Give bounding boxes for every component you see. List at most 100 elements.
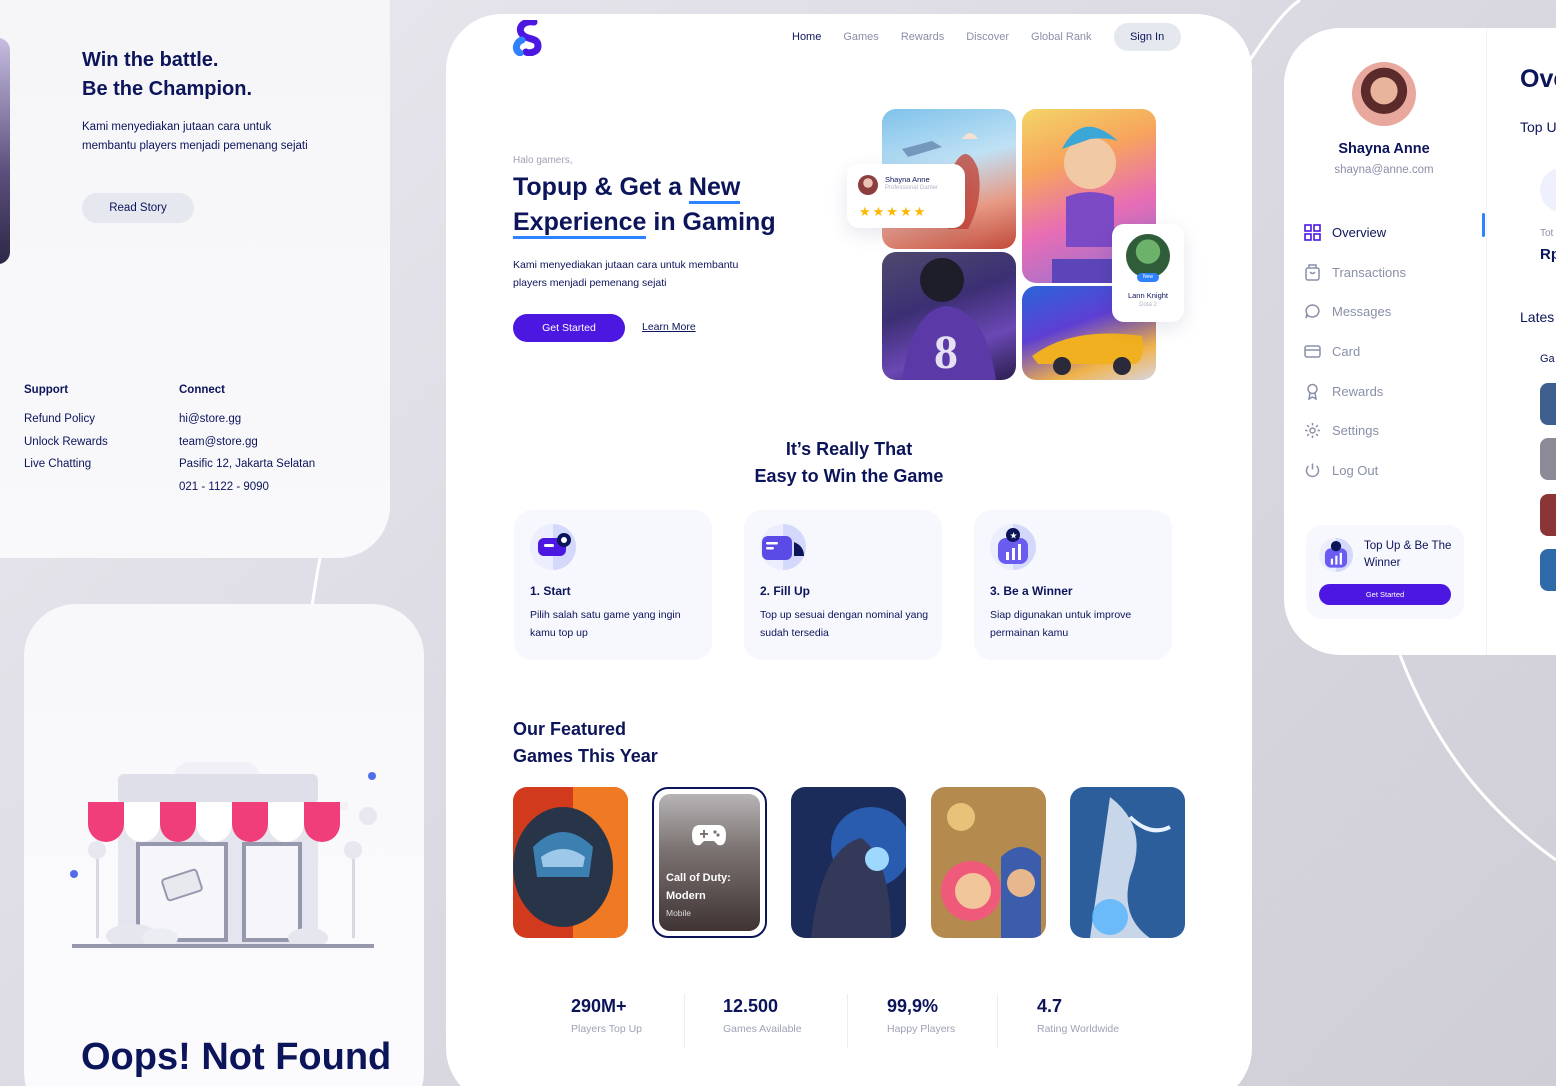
featured-game-3[interactable] [791,787,906,938]
user-email: shayna@anne.com [1334,164,1434,176]
footer-link-unlock-rewards[interactable]: Unlock Rewards [24,431,108,454]
story-description: Kami menyediakan jutaan cara untuk memba… [82,121,308,152]
footer-connect: Connect hi@store.gg team@store.gg Pasifi… [179,384,315,498]
menu-label: Settings [1332,423,1379,439]
hero-title: Topup & Get a New Experience in Gaming [513,170,813,240]
featured-game-5[interactable] [1070,787,1185,938]
trophy-badge-icon [1319,538,1353,572]
hero-title-highlight-new: New [688,173,741,204]
footer-phone: 021 - 1122 - 9090 [179,480,269,493]
sign-in-button[interactable]: Sign In [1113,23,1181,51]
stat-rating-value: 4.7 [1037,996,1063,1016]
power-icon [1305,463,1320,478]
menu-item-card[interactable]: Card [1304,332,1406,372]
featured-title-line2: Games This Year [513,746,658,766]
story-card: Win the battle. Be the Champion. Kami me… [0,0,390,558]
promo-text: Top Up & Be The Winner [1364,540,1452,569]
featured-title: Our Featured Games This Year [513,716,658,770]
stat-happy-value: 99,9% [887,996,939,1016]
promo-card: Top Up & Be The Winner Get Started [1306,525,1464,619]
steps-title: It’s Really That Easy to Win the Game [699,436,999,490]
read-story-button[interactable]: Read Story [82,193,194,223]
steps-title-line1: It’s Really That [785,439,913,459]
dashboard-card: Shayna Anne shayna@anne.com Overview Tra… [1284,28,1556,655]
reviewer-name: Shayna Anne [885,175,930,184]
featured-game-1[interactable] [513,787,628,938]
footer-email-hi[interactable]: hi@store.gg [179,408,315,431]
step-desc-winner: Siap digunakan untuk improve permainan k… [990,609,1132,639]
step-desc-fill-up: Top up sesuai dengan nominal yang sudah … [760,609,929,639]
nav-global-rank[interactable]: Global Rank [1031,31,1092,43]
active-game-platform: Mobile [666,908,692,918]
get-started-button[interactable]: Get Started [513,314,625,342]
reviewer-role: Professional Gamer [885,185,939,191]
not-found-title: Oops! Not Found [81,1036,392,1078]
menu-item-settings[interactable]: Settings [1304,411,1406,451]
story-heading-line1: Win the battle. [82,49,219,71]
stat-happy-label: Happy Players [887,1023,956,1035]
promo-get-started-button[interactable]: Get Started [1319,584,1451,605]
wallet-icon [760,524,806,570]
stat-games-value: 12.500 [723,996,779,1016]
latest-game-thumb [1540,549,1556,591]
panel-divider [1486,28,1487,655]
menu-item-rewards[interactable]: Rewards [1304,371,1406,411]
menu-item-overview[interactable]: Overview [1304,213,1406,253]
latest-game-thumb [1540,494,1556,536]
step-card-start: 1. Start Pilih salah satu game yang ingi… [514,510,712,660]
grid-icon [1304,224,1321,242]
featured-game-4[interactable] [931,787,1046,938]
story-heading: Win the battle. Be the Champion. [82,46,332,104]
gear-icon [1305,423,1320,439]
featured-game-call-of-duty[interactable]: Call of Duty: Modern Mobile [652,787,767,938]
support-title: Support [24,384,69,396]
nav-rewards[interactable]: Rewards [901,31,944,43]
latest-title: Lates [1520,309,1555,325]
total-value: Rp [1540,246,1556,263]
menu-label: Messages [1332,304,1392,320]
footer-link-refund[interactable]: Refund Policy [24,408,108,431]
latest-game-thumb [1540,438,1556,480]
hero-title-part2: in Gaming [646,208,776,236]
svg-text:8: 8 [934,326,958,379]
rating-stars: ★★★★★ [859,204,928,219]
step-title-fill-up: 2. Fill Up [760,584,811,598]
trophy-badge-icon: ★ [990,524,1036,570]
step-title-start: 1. Start [530,584,571,598]
player-card: New Lann Knight Dota 2 [1112,224,1184,322]
menu-label: Rewards [1332,383,1384,399]
player-avatar [1126,234,1170,278]
steps-title-line2: Easy to Win the Game [754,466,944,486]
review-card: Shayna Anne Professional Gamer ★★★★★ [847,164,965,228]
stat-divider [847,994,848,1048]
step-card-winner: ★ 3. Be a Winner Siap digunakan untuk im… [974,510,1172,660]
stat-rating: 4.7 Rating Worldwide [1037,996,1119,1035]
new-badge: New [1137,273,1159,282]
menu-item-messages[interactable]: Messages [1304,292,1406,332]
player-game: Dota 2 [1139,302,1157,308]
stat-players-value: 290M+ [571,996,627,1016]
story-heading-line2: Be the Champion. [82,78,253,100]
stat-players: 290M+ Players Top Up [571,996,642,1035]
overview-subtitle: Top U [1520,119,1556,135]
learn-more-link[interactable]: Learn More [642,321,696,333]
sidebar-edge [0,38,10,264]
footer-email-team[interactable]: team@store.gg [179,431,315,454]
nav-discover[interactable]: Discover [966,31,1009,43]
footer-support: Support Refund Policy Unlock Rewards Liv… [24,384,108,476]
stat-divider [684,994,685,1048]
category-icon [1540,168,1556,212]
nav-home[interactable]: Home [792,31,821,43]
brand-logo-icon[interactable] [512,20,548,56]
svg-text:★: ★ [1010,532,1018,542]
nav-games[interactable]: Games [843,31,878,43]
hero-title-highlight-experience: Experience [513,208,647,239]
gamepad-icon [692,825,726,846]
game-column-header: Ga [1540,353,1555,365]
stat-players-label: Players Top Up [571,1023,643,1035]
footer-link-live-chatting[interactable]: Live Chatting [24,453,108,476]
menu-item-transactions[interactable]: Transactions [1304,253,1406,293]
menu-item-log-out[interactable]: Log Out [1304,451,1406,491]
footer-address: Pasific 12, Jakarta Selatan [179,458,316,470]
chat-bubble-icon [1305,304,1320,319]
